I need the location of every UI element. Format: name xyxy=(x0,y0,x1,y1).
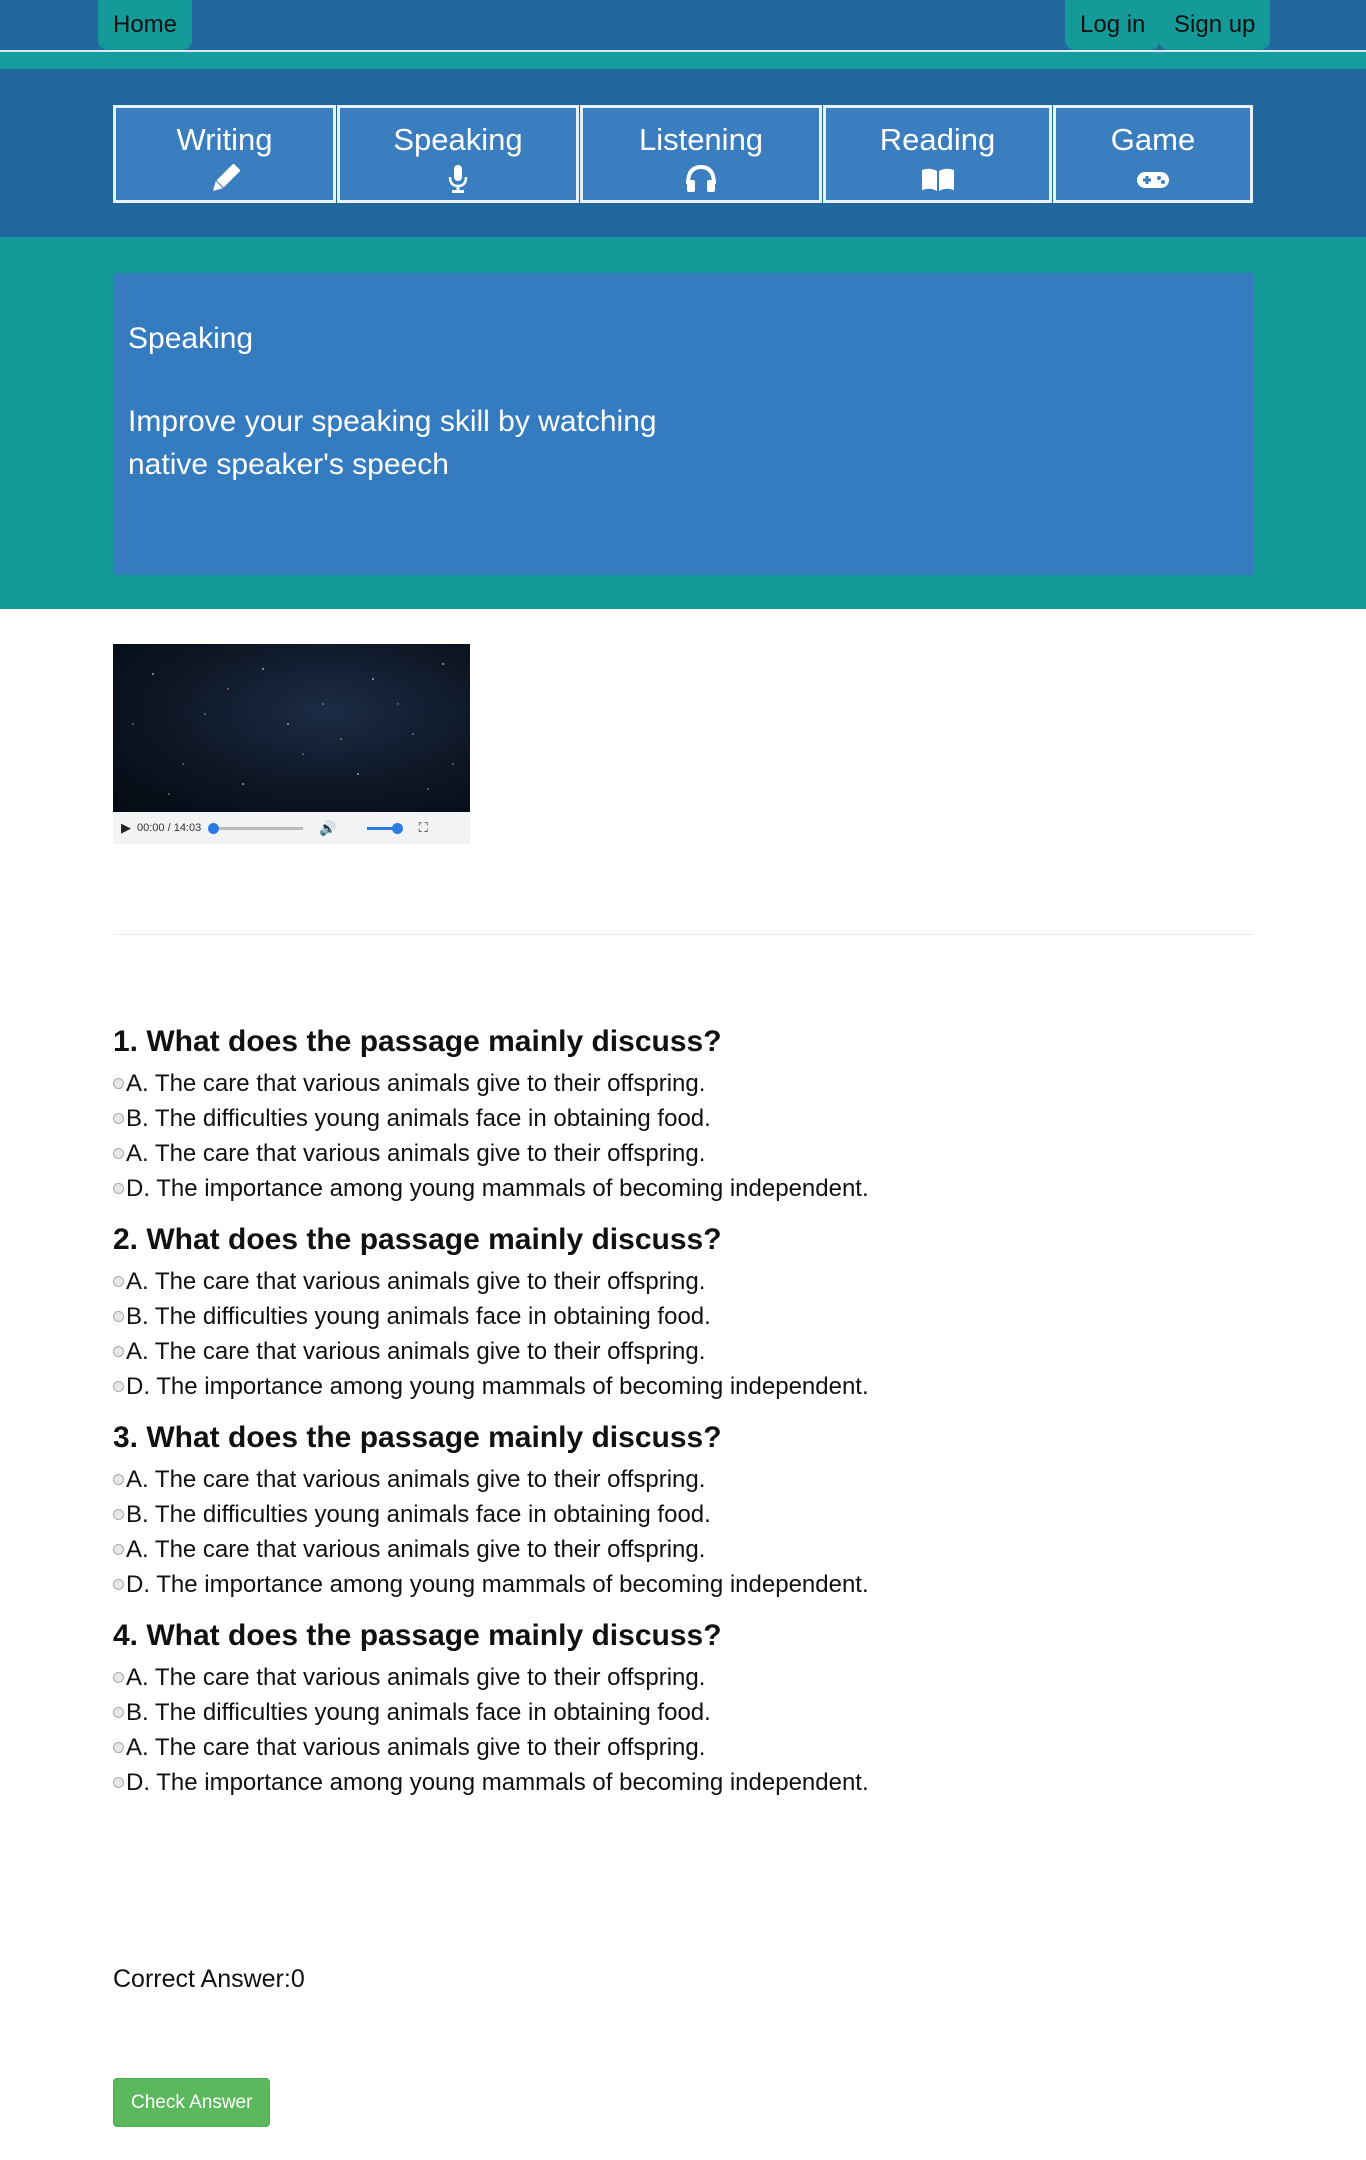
radio-button[interactable] xyxy=(113,1672,124,1683)
microphone-icon xyxy=(448,165,468,193)
answer-option[interactable]: A. The care that various animals give to… xyxy=(113,1730,1253,1765)
answer-option[interactable]: A. The care that various animals give to… xyxy=(113,1264,1253,1299)
category-label: Listening xyxy=(638,122,764,157)
question-block: 1. What does the passage mainly discuss?… xyxy=(113,1025,1253,1206)
option-text: A. The care that various animals give to… xyxy=(126,1140,706,1167)
radio-button[interactable] xyxy=(113,1346,124,1357)
answer-option[interactable]: B. The difficulties young animals face i… xyxy=(113,1299,1253,1334)
fullscreen-icon[interactable]: ⛶ xyxy=(419,820,428,836)
category-game[interactable]: Game xyxy=(1053,105,1253,203)
play-icon[interactable]: ▶ xyxy=(121,820,131,836)
question-block: 3. What does the passage mainly discuss?… xyxy=(113,1421,1253,1602)
radio-button[interactable] xyxy=(113,1381,124,1392)
radio-button[interactable] xyxy=(113,1707,124,1718)
radio-button[interactable] xyxy=(113,1509,124,1520)
video-controls: ▶ 00:00 / 14:03 🔊 ⛶ xyxy=(113,812,470,844)
option-text: B. The difficulties young animals face i… xyxy=(126,1303,711,1330)
answer-option[interactable]: B. The difficulties young animals face i… xyxy=(113,1101,1253,1136)
question-block: 4. What does the passage mainly discuss?… xyxy=(113,1619,1253,1800)
volume-knob[interactable] xyxy=(391,822,403,834)
option-text: D. The importance among young mammals of… xyxy=(126,1571,869,1598)
category-reading[interactable]: Reading xyxy=(823,105,1052,203)
question-title: 2. What does the passage mainly discuss? xyxy=(113,1223,722,1256)
radio-button[interactable] xyxy=(113,1474,124,1485)
option-text: A. The care that various animals give to… xyxy=(126,1268,706,1295)
check-answer-button[interactable]: Check Answer xyxy=(113,2078,271,2127)
radio-button[interactable] xyxy=(113,1148,124,1159)
category-writing[interactable]: Writing xyxy=(113,105,336,203)
category-label: Writing xyxy=(176,122,273,157)
question-list: 1. What does the passage mainly discuss?… xyxy=(113,1025,1253,1817)
answer-option[interactable]: D. The importance among young mammals of… xyxy=(113,1171,1253,1206)
radio-button[interactable] xyxy=(113,1777,124,1788)
radio-button[interactable] xyxy=(113,1742,124,1753)
answer-option[interactable]: A. The care that various animals give to… xyxy=(113,1462,1253,1497)
question-block: 2. What does the passage mainly discuss?… xyxy=(113,1223,1253,1404)
answer-option[interactable]: A. The care that various animals give to… xyxy=(113,1136,1253,1171)
correct-answer-text: Correct Answer:0 xyxy=(113,1965,305,1993)
signup-button[interactable]: Sign up xyxy=(1159,0,1271,50)
video-screen[interactable] xyxy=(113,644,470,812)
option-text: D. The importance among young mammals of… xyxy=(126,1769,869,1796)
headphones-icon xyxy=(686,164,716,192)
category-listening[interactable]: Listening xyxy=(580,105,822,203)
hero-banner: Speaking Improve your speaking skill by … xyxy=(113,273,1253,575)
answer-option[interactable]: A. The care that various animals give to… xyxy=(113,1532,1253,1567)
option-text: A. The care that various animals give to… xyxy=(126,1070,706,1097)
answer-option[interactable]: D. The importance among young mammals of… xyxy=(113,1765,1253,1800)
home-button[interactable]: Home xyxy=(98,0,193,50)
option-text: A. The care that various animals give to… xyxy=(126,1338,706,1365)
video-progress-bar[interactable] xyxy=(208,822,304,834)
book-icon xyxy=(921,168,954,191)
gamepad-icon xyxy=(1137,172,1169,188)
question-title: 4. What does the passage mainly discuss? xyxy=(113,1619,722,1652)
radio-button[interactable] xyxy=(113,1579,124,1590)
radio-button[interactable] xyxy=(113,1276,124,1287)
category-label: Game xyxy=(1110,122,1196,157)
category-nav: Writing Speaking Listening Reading Game xyxy=(0,69,1366,237)
answer-option[interactable]: A. The care that various animals give to… xyxy=(113,1066,1253,1101)
answer-option[interactable]: B. The difficulties young animals face i… xyxy=(113,1497,1253,1532)
hero-title: Speaking xyxy=(128,322,254,355)
question-title: 1. What does the passage mainly discuss? xyxy=(113,1025,722,1058)
option-text: B. The difficulties young animals face i… xyxy=(126,1699,711,1726)
radio-button[interactable] xyxy=(113,1183,124,1194)
answer-option[interactable]: D. The importance among young mammals of… xyxy=(113,1369,1253,1404)
radio-button[interactable] xyxy=(113,1078,124,1089)
option-text: B. The difficulties young animals face i… xyxy=(126,1105,711,1132)
radio-button[interactable] xyxy=(113,1544,124,1555)
option-text: A. The care that various animals give to… xyxy=(126,1466,706,1493)
option-text: A. The care that various animals give to… xyxy=(126,1536,706,1563)
question-title: 3. What does the passage mainly discuss? xyxy=(113,1421,722,1454)
video-player[interactable]: ▶ 00:00 / 14:03 🔊 ⛶ xyxy=(113,644,470,844)
option-text: D. The importance among young mammals of… xyxy=(126,1175,869,1202)
option-text: D. The importance among young mammals of… xyxy=(126,1373,869,1400)
pencil-icon xyxy=(212,164,240,192)
option-text: A. The care that various animals give to… xyxy=(126,1734,706,1761)
category-label: Speaking xyxy=(393,122,523,157)
login-button[interactable]: Log in xyxy=(1065,0,1161,50)
category-speaking[interactable]: Speaking xyxy=(337,105,579,203)
answer-option[interactable]: A. The care that various animals give to… xyxy=(113,1334,1253,1369)
hero-subtitle: Improve your speaking skill by watching … xyxy=(128,405,657,481)
radio-button[interactable] xyxy=(113,1113,124,1124)
progress-knob[interactable] xyxy=(208,822,220,834)
option-text: B. The difficulties young animals face i… xyxy=(126,1501,711,1528)
answer-option[interactable]: A. The care that various animals give to… xyxy=(113,1660,1253,1695)
option-text: A. The care that various animals give to… xyxy=(126,1664,706,1691)
top-navbar: Home Log in Sign up xyxy=(0,0,1366,69)
category-label: Reading xyxy=(879,122,996,157)
navbar-strip xyxy=(0,52,1366,69)
video-time: 00:00 / 14:03 xyxy=(137,822,202,834)
starfield-image xyxy=(132,663,454,795)
answer-option[interactable]: D. The importance among young mammals of… xyxy=(113,1567,1253,1602)
radio-button[interactable] xyxy=(113,1311,124,1322)
section-divider xyxy=(113,934,1253,935)
volume-icon[interactable]: 🔊 xyxy=(319,820,336,837)
volume-slider[interactable] xyxy=(366,822,403,834)
answer-option[interactable]: B. The difficulties young animals face i… xyxy=(113,1695,1253,1730)
